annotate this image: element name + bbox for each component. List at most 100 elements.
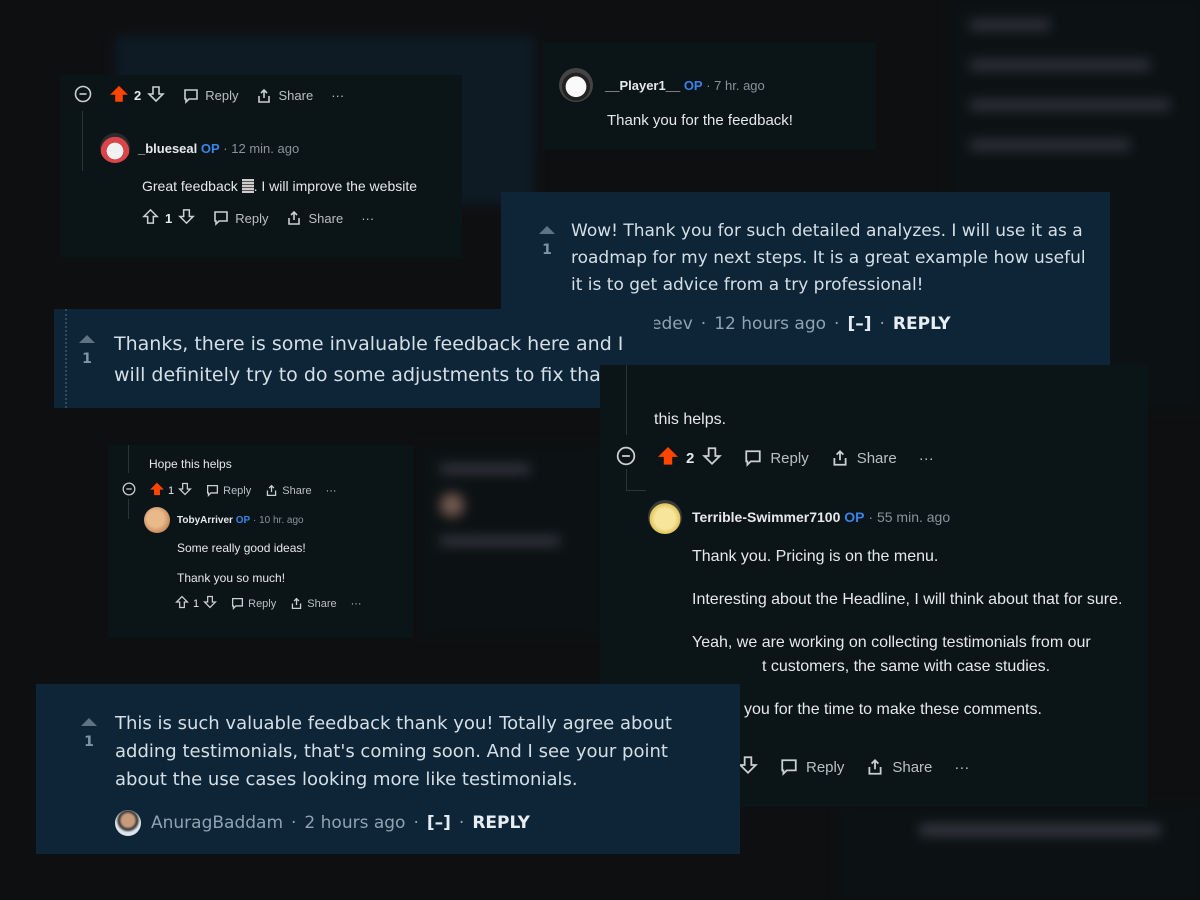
- thread-line: [626, 469, 627, 491]
- collapse-icon[interactable]: [122, 482, 136, 499]
- share-label: Share: [308, 210, 344, 226]
- reply-button[interactable]: Reply: [206, 484, 251, 497]
- thread-line: [128, 499, 129, 519]
- reply-label: Reply: [806, 758, 845, 776]
- share-button[interactable]: Share: [290, 597, 337, 610]
- share-button[interactable]: Share: [256, 88, 313, 104]
- share-label: Share: [278, 88, 314, 103]
- comment-footer: AnuragBaddam · 2 hours ago · [–] · REPLY: [115, 810, 530, 836]
- reply-button[interactable]: Reply: [183, 88, 238, 104]
- more-options-button[interactable]: ···: [351, 598, 362, 610]
- collapse-button[interactable]: [–]: [427, 813, 451, 833]
- avatar[interactable]: [144, 507, 170, 533]
- more-options-button[interactable]: ···: [331, 88, 344, 103]
- reply-label: Reply: [205, 88, 239, 103]
- reply-label: Reply: [248, 597, 277, 610]
- avatar[interactable]: [100, 133, 130, 163]
- upvote-icon[interactable]: [150, 482, 164, 499]
- action-bar: Reply Share ···: [738, 755, 969, 779]
- more-options-button[interactable]: ···: [326, 485, 337, 497]
- comment-text-start: Great feedback: [142, 178, 242, 194]
- vote-column: 1: [539, 226, 555, 258]
- parent-comment-text: this helps.: [654, 411, 727, 428]
- upvote-icon[interactable]: [110, 85, 128, 106]
- share-label: Share: [282, 484, 312, 497]
- downvote-icon[interactable]: [178, 208, 196, 228]
- collapse-icon[interactable]: [616, 446, 636, 470]
- username[interactable]: TobyArriver: [177, 515, 233, 526]
- comment-paragraph: you for the time to make these comments.: [744, 701, 1042, 718]
- reply-button[interactable]: REPLY: [893, 314, 951, 334]
- background-card-bottom-right: [840, 805, 1200, 900]
- avatar[interactable]: [648, 500, 682, 534]
- reply-label: Reply: [223, 484, 252, 497]
- downvote-icon[interactable]: [702, 446, 723, 470]
- separator: ·: [458, 813, 465, 833]
- separator: ·: [291, 813, 297, 833]
- share-label: Share: [856, 449, 897, 467]
- action-bar: 1 Reply Share ···: [175, 595, 362, 612]
- upvote-icon[interactable]: [142, 208, 159, 228]
- upvote-icon[interactable]: [658, 446, 678, 470]
- op-badge: OP: [235, 514, 251, 526]
- share-button[interactable]: Share: [265, 484, 312, 497]
- reply-button[interactable]: Reply: [213, 210, 268, 226]
- thread-line: [65, 309, 67, 408]
- downvote-icon[interactable]: [203, 595, 218, 612]
- reply-button[interactable]: REPLY: [472, 813, 530, 833]
- vote-group: 1: [150, 482, 193, 499]
- downvote-icon[interactable]: [178, 482, 193, 499]
- more-options-button[interactable]: ···: [361, 211, 374, 226]
- separator: ·: [700, 314, 707, 334]
- share-label: Share: [892, 758, 933, 776]
- comment-header: Terrible-Swimmer7100 OP · 55 min. ago: [648, 500, 950, 534]
- upvote-arrow-icon[interactable]: [79, 335, 95, 343]
- upvote-icon[interactable]: [175, 595, 189, 612]
- username[interactable]: Terrible-Swimmer7100: [692, 509, 840, 525]
- more-options-button[interactable]: ···: [919, 450, 934, 467]
- vote-count: 1: [84, 734, 94, 750]
- comment-text: Wow! Thank you for such detailed analyze…: [571, 221, 1086, 295]
- vote-count: 1: [542, 242, 552, 258]
- avatar[interactable]: [559, 68, 593, 102]
- comment-text-line-2: Thank you so much!: [177, 571, 286, 585]
- timestamp: 10 hr. ago: [259, 514, 304, 526]
- reply-label: Reply: [235, 210, 269, 226]
- username[interactable]: AnuragBaddam: [151, 813, 283, 833]
- upvote-arrow-icon[interactable]: [81, 718, 97, 726]
- separator: ·: [413, 813, 419, 833]
- thread-line: [626, 365, 627, 435]
- username[interactable]: __Player1__: [605, 78, 680, 93]
- share-label: Share: [307, 597, 337, 610]
- collapse-icon[interactable]: [74, 85, 92, 106]
- comment-card-blueseal: 2 Reply Share ··· _blueseal OP · 12 min.…: [60, 75, 462, 257]
- reply-button[interactable]: Reply: [231, 597, 276, 610]
- reply-button[interactable]: Reply: [780, 758, 844, 776]
- reply-button[interactable]: Reply: [744, 449, 809, 467]
- downvote-icon[interactable]: [738, 755, 758, 779]
- downvote-icon[interactable]: [147, 85, 166, 106]
- share-button[interactable]: Share: [866, 758, 932, 776]
- comment-paragraph: t customers, the same with case studies.: [762, 658, 1051, 675]
- collapse-button[interactable]: [–]: [847, 314, 871, 334]
- separator: ·: [879, 314, 885, 334]
- timestamp: 12 min. ago: [231, 140, 300, 156]
- background-card-mid: [420, 445, 600, 635]
- upvote-arrow-icon[interactable]: [539, 226, 555, 234]
- comment-text: Thanks, there is some invaluable feedbac…: [114, 333, 624, 386]
- parent-action-bar: 1 Reply Share ···: [122, 482, 337, 499]
- vote-group: 1: [142, 208, 196, 228]
- parent-comment-text: Hope this helps: [149, 457, 232, 471]
- op-badge: OP: [844, 509, 865, 525]
- username[interactable]: _blueseal: [138, 141, 197, 156]
- avatar[interactable]: [115, 810, 141, 836]
- username[interactable]: edev: [651, 314, 693, 334]
- share-button[interactable]: Share: [831, 449, 897, 467]
- share-button[interactable]: Share: [286, 210, 343, 226]
- op-badge: OP: [200, 140, 220, 156]
- timestamp: 2 hours ago: [304, 813, 406, 833]
- more-options-button[interactable]: ···: [954, 759, 969, 776]
- comment-header: __Player1__ OP · 7 hr. ago: [559, 68, 765, 102]
- comment-body: Thank you. Pricing is on the menu. Inter…: [692, 545, 1132, 722]
- separator: ·: [834, 314, 840, 334]
